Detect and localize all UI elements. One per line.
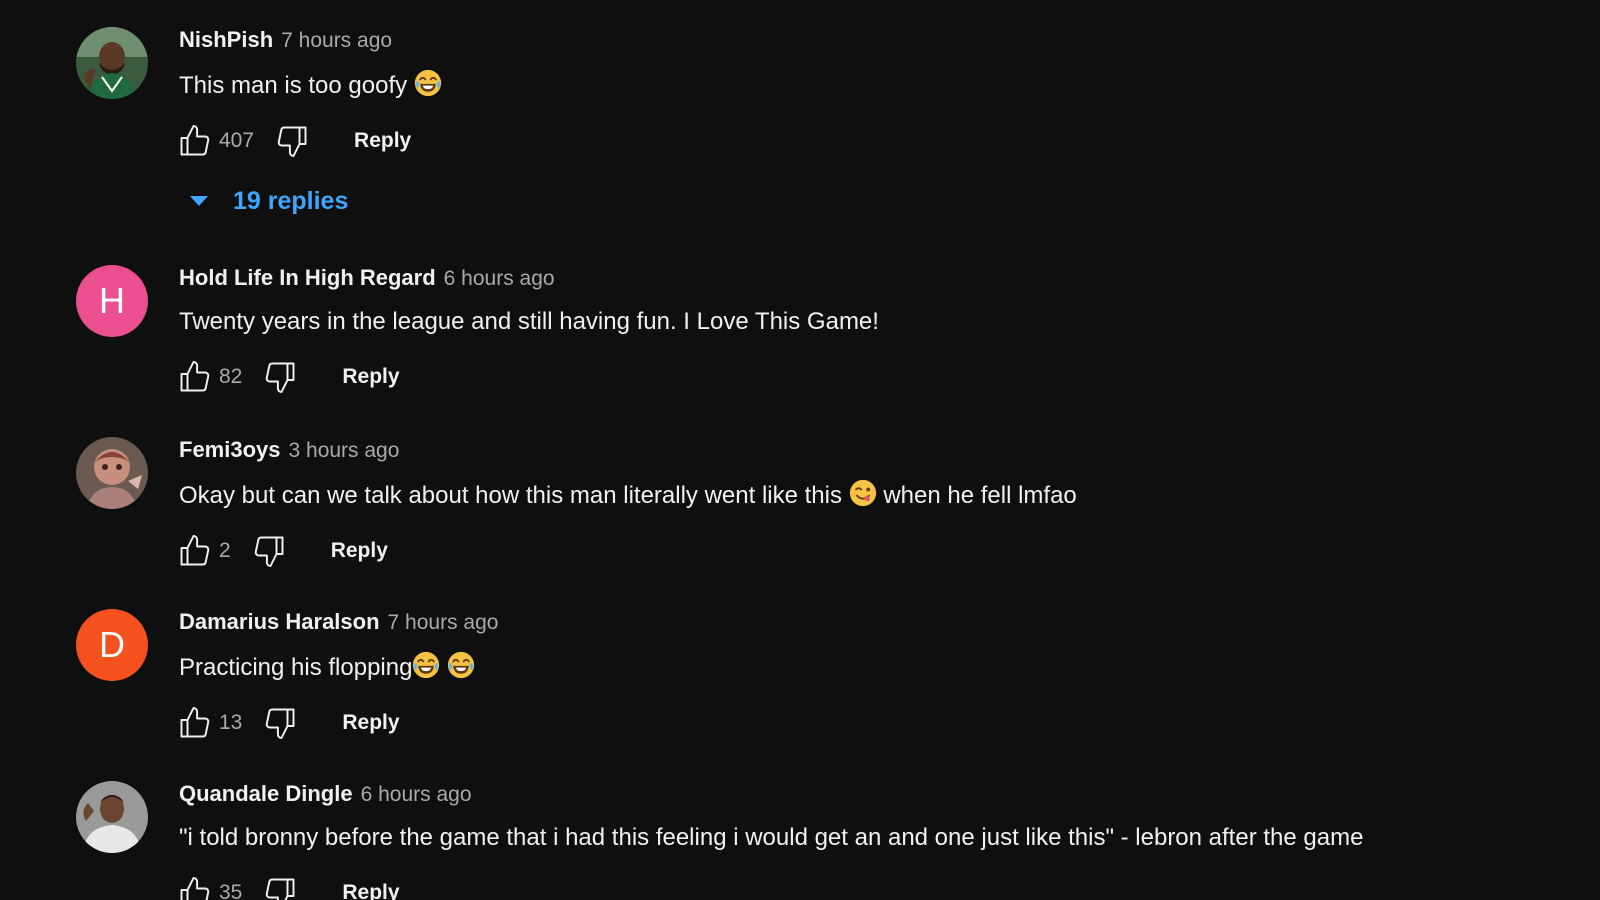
thumbs-up-icon bbox=[177, 123, 213, 159]
like-count: 82 bbox=[219, 365, 243, 388]
dislike-button[interactable] bbox=[260, 703, 300, 743]
comment-actions: 2 Reply bbox=[179, 531, 1560, 571]
avatar[interactable] bbox=[76, 781, 148, 853]
comment-timestamp[interactable]: 7 hours ago bbox=[388, 611, 499, 635]
like-count: 13 bbox=[219, 711, 243, 734]
yum-emoji-icon bbox=[849, 479, 877, 507]
comment-text-part: when he fell lmfao bbox=[876, 482, 1077, 509]
comment-body: Damarius Haralson 7 hours ago Practicing… bbox=[179, 609, 1560, 743]
like-button[interactable] bbox=[175, 873, 215, 900]
laughing-emoji-icon bbox=[414, 69, 442, 97]
comment-text: Twenty years in the league and still hav… bbox=[179, 308, 879, 335]
view-replies-button[interactable]: 19 replies bbox=[187, 181, 1560, 221]
avatar[interactable]: H bbox=[76, 265, 148, 337]
comment-text: "i told bronny before the game that i ha… bbox=[179, 824, 1364, 851]
comment-body: NishPish 7 hours ago This man is too goo… bbox=[179, 27, 1560, 221]
reply-button[interactable]: Reply bbox=[331, 539, 388, 563]
like-button[interactable] bbox=[175, 531, 215, 571]
comment-text: Practicing his flopping bbox=[179, 651, 1560, 683]
thumbs-up-icon bbox=[177, 533, 213, 569]
like-button[interactable] bbox=[175, 357, 215, 397]
avatar-initial: H bbox=[99, 280, 125, 321]
avatar[interactable] bbox=[76, 27, 148, 99]
comment-timestamp[interactable]: 6 hours ago bbox=[361, 783, 472, 807]
thumbs-up-icon bbox=[177, 875, 213, 900]
dislike-button[interactable] bbox=[272, 121, 312, 161]
thumbs-down-icon bbox=[274, 123, 310, 159]
comment-text-part: This man is too goofy bbox=[179, 72, 414, 99]
comment-text: This man is too goofy bbox=[179, 69, 1560, 101]
replies-count-label: 19 replies bbox=[233, 186, 349, 215]
thumbs-down-icon bbox=[262, 705, 298, 741]
reply-button[interactable]: Reply bbox=[342, 365, 399, 389]
comment-body: Hold Life In High Regard 6 hours ago Twe… bbox=[179, 265, 1560, 397]
comment-text: Okay but can we talk about how this man … bbox=[179, 479, 1560, 511]
comment-author[interactable]: Hold Life In High Regard bbox=[179, 265, 436, 291]
reply-button[interactable]: Reply bbox=[342, 711, 399, 735]
avatar[interactable] bbox=[76, 437, 148, 509]
like-count: 2 bbox=[219, 539, 231, 562]
dislike-button[interactable] bbox=[260, 873, 300, 900]
comment-author[interactable]: Quandale Dingle bbox=[179, 781, 353, 807]
avatar[interactable]: D bbox=[76, 609, 148, 681]
dislike-button[interactable] bbox=[249, 531, 289, 571]
comment-timestamp[interactable]: 7 hours ago bbox=[281, 29, 392, 53]
like-button[interactable] bbox=[175, 703, 215, 743]
caret-down-icon bbox=[190, 196, 208, 206]
comment-author[interactable]: Damarius Haralson bbox=[179, 609, 380, 635]
comment-author[interactable]: Femi3oys bbox=[179, 437, 281, 463]
comments-section: NishPish 7 hours ago This man is too goo… bbox=[0, 0, 1600, 900]
comment-text-part: Okay but can we talk about how this man … bbox=[179, 482, 849, 509]
reply-button[interactable]: Reply bbox=[342, 881, 399, 900]
character-avatar-icon bbox=[76, 437, 148, 509]
thumbs-up-icon bbox=[177, 359, 213, 395]
avatar-initial: D bbox=[99, 624, 125, 665]
person-avatar-icon bbox=[76, 781, 148, 853]
like-count: 407 bbox=[219, 129, 255, 152]
comment-actions: 13 Reply bbox=[179, 703, 1560, 743]
thumbs-down-icon bbox=[262, 875, 298, 900]
thumbs-up-icon bbox=[177, 705, 213, 741]
dislike-button[interactable] bbox=[260, 357, 300, 397]
comment-body: Quandale Dingle 6 hours ago "i told bron… bbox=[179, 781, 1560, 900]
comment-timestamp[interactable]: 3 hours ago bbox=[289, 439, 400, 463]
comment-actions: 35 Reply bbox=[179, 873, 1560, 900]
basketball-player-avatar-icon bbox=[76, 27, 148, 99]
comment-actions: 82 Reply bbox=[179, 357, 1560, 397]
comment-text-part: Practicing his flopping bbox=[179, 654, 413, 681]
laughing-emoji-icon bbox=[412, 651, 440, 679]
comment-timestamp[interactable]: 6 hours ago bbox=[444, 267, 555, 291]
reply-button[interactable]: Reply bbox=[354, 129, 411, 153]
comment-author[interactable]: NishPish bbox=[179, 27, 273, 53]
comment-body: Femi3oys 3 hours ago Okay but can we tal… bbox=[179, 437, 1560, 571]
comment-actions: 407 Reply bbox=[179, 121, 1560, 161]
thumbs-down-icon bbox=[251, 533, 287, 569]
like-count: 35 bbox=[219, 881, 243, 900]
thumbs-down-icon bbox=[262, 359, 298, 395]
laughing-emoji-icon bbox=[447, 651, 475, 679]
like-button[interactable] bbox=[175, 121, 215, 161]
